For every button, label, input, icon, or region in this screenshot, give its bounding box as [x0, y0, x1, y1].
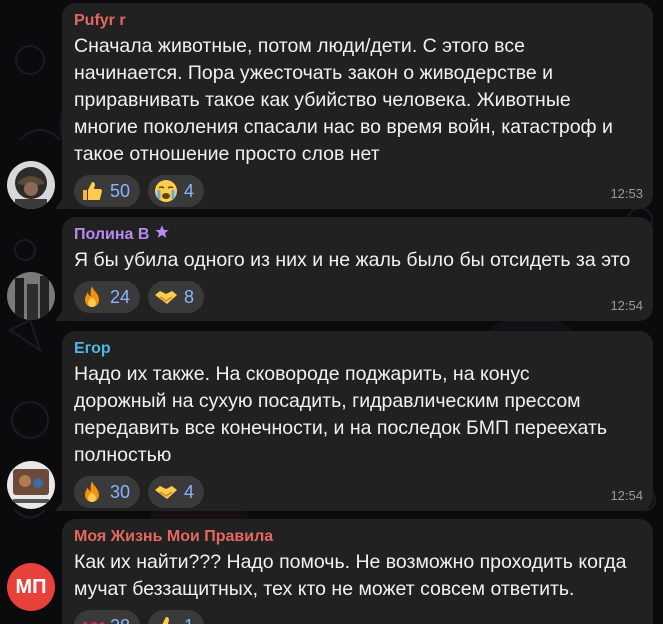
reaction-fire[interactable]: 24 — [74, 281, 141, 313]
reaction-hundred[interactable]: 100 28 — [74, 610, 141, 624]
message-time: 12:54 — [610, 298, 643, 313]
sender-avatar[interactable] — [7, 272, 55, 320]
hundred-points-icon: 100 — [80, 614, 104, 624]
reactions-bar: 100 28 1 — [74, 610, 641, 624]
message-text: Как их найти??? Надо помочь. Не возможно… — [74, 551, 627, 600]
sender-name[interactable]: Pufyr r — [74, 11, 641, 31]
message-time: 12:53 — [610, 186, 643, 201]
reactions-bar: 24 8 — [74, 281, 641, 313]
crying-face-icon — [154, 179, 178, 203]
message-text: Я бы убила одного из них и не жаль было … — [74, 249, 631, 271]
bubble-tail — [55, 499, 64, 511]
message-bubble[interactable]: Полина В Я бы убила одного из них и не ж… — [55, 217, 653, 321]
reaction-thumbs-up[interactable]: 50 — [74, 175, 141, 207]
bubble-tail — [55, 197, 64, 209]
handshake-icon — [154, 480, 178, 504]
handshake-icon — [154, 285, 178, 309]
thumbs-up-icon — [80, 179, 104, 203]
reaction-crying-face[interactable]: 4 — [148, 175, 205, 207]
sender-avatar[interactable]: МП — [7, 563, 55, 611]
sender-name[interactable]: Егор — [74, 339, 641, 359]
sender-avatar[interactable] — [7, 161, 55, 209]
message-bubble[interactable]: Моя Жизнь Мои Правила Как их найти??? На… — [62, 519, 653, 624]
premium-star-icon — [154, 224, 170, 246]
chat-view[interactable]: Pufyr r Сначала животные, потом люди/дет… — [0, 0, 663, 624]
thumbs-up-icon — [154, 614, 178, 624]
reaction-thumbs-up[interactable]: 1 — [148, 610, 205, 624]
reaction-handshake[interactable]: 8 — [148, 281, 205, 313]
reactions-bar: 50 4 — [74, 175, 641, 207]
sender-name[interactable]: Полина В — [74, 225, 641, 245]
reactions-bar: 30 4 — [74, 476, 641, 508]
fire-icon — [80, 285, 104, 309]
svg-text:100: 100 — [81, 620, 104, 624]
sender-avatar[interactable] — [7, 461, 55, 509]
bubble-tail — [55, 309, 64, 321]
message-text: Сначала животные, потом люди/дети. С это… — [74, 35, 613, 165]
message-time: 12:54 — [610, 488, 643, 503]
sender-name[interactable]: Моя Жизнь Мои Правила — [74, 527, 641, 547]
message-bubble[interactable]: Егор Надо их также. На сковороде поджари… — [55, 331, 653, 511]
message-bubble[interactable]: Pufyr r Сначала животные, потом люди/дет… — [55, 3, 653, 209]
reaction-fire[interactable]: 30 — [74, 476, 141, 508]
fire-icon — [80, 480, 104, 504]
reaction-handshake[interactable]: 4 — [148, 476, 205, 508]
message-text: Надо их также. На сковороде поджарить, н… — [74, 363, 608, 466]
